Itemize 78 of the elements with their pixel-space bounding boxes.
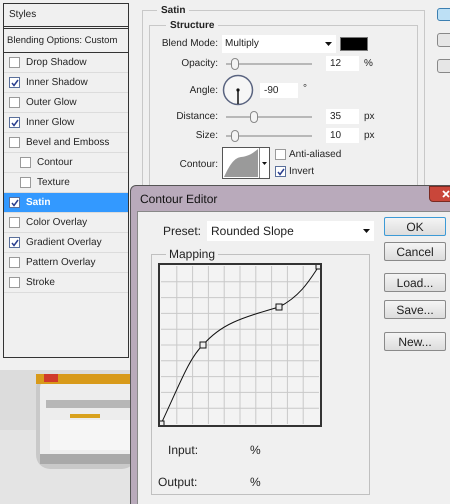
group-title: Mapping [168, 246, 216, 263]
unit-label: px [364, 110, 375, 124]
unit-label: % [250, 474, 261, 491]
checkbox[interactable] [9, 237, 20, 248]
check-icon [10, 238, 18, 246]
check-icon [276, 168, 284, 176]
window-title: Contour Editor [139, 190, 218, 208]
contour-preview-icon [223, 148, 259, 178]
checkbox[interactable] [20, 157, 31, 168]
close-icon [442, 190, 450, 198]
value-field[interactable]: 12 [326, 56, 359, 71]
caret-icon [363, 229, 370, 233]
dialog-button[interactable]: Cancel [384, 242, 446, 261]
caret-icon [325, 42, 332, 46]
unit-label: % [364, 57, 373, 71]
unit-label: px [364, 129, 375, 143]
caret-icon [262, 162, 267, 164]
checkbox[interactable] [275, 166, 286, 177]
field-label: Input: [168, 442, 200, 459]
dialog-button[interactable]: New... [384, 332, 446, 351]
style-item[interactable]: Drop Shadow [4, 53, 128, 73]
slider-thumb[interactable] [230, 130, 239, 142]
style-item[interactable]: Inner Glow [4, 113, 128, 133]
value-field[interactable]: -90 [260, 82, 298, 98]
check-icon [10, 78, 18, 86]
checkbox[interactable] [9, 217, 20, 228]
contour-graph[interactable] [158, 263, 322, 427]
checkbox-label: Anti-aliased [289, 148, 342, 162]
check-icon [10, 118, 18, 126]
dialog-button[interactable] [437, 33, 450, 47]
checkbox[interactable] [9, 77, 20, 88]
value-field[interactable]: 10 [326, 128, 359, 143]
style-item[interactable]: Stroke [4, 273, 128, 293]
dialog-button[interactable] [437, 59, 450, 73]
checkbox[interactable] [275, 149, 286, 160]
panel-title: Styles [4, 4, 128, 29]
angle-dial[interactable] [222, 74, 254, 106]
style-item[interactable]: Gradient Overlay [4, 233, 128, 253]
check-icon [10, 198, 18, 206]
dialog-button[interactable]: Save... [384, 300, 446, 319]
dialog-button[interactable]: OK [384, 217, 446, 236]
checkbox[interactable] [9, 197, 20, 208]
checkbox[interactable] [9, 257, 20, 268]
checkbox[interactable] [9, 137, 20, 148]
checkbox[interactable] [20, 177, 31, 188]
unit-label: ° [303, 82, 307, 96]
checkbox[interactable] [9, 97, 20, 108]
field-label: Blend Mode: [160, 37, 219, 51]
style-item[interactable]: Bevel and Emboss [4, 133, 128, 153]
blending-options-item[interactable]: Blending Options: Custom [4, 29, 128, 53]
checkbox[interactable] [9, 57, 20, 68]
field-label: Size: [194, 129, 219, 143]
contour-picker[interactable] [222, 147, 270, 179]
field-label: Output: [158, 474, 198, 491]
slider-thumb[interactable] [250, 110, 258, 122]
field-label: Angle: [188, 84, 219, 98]
field-label: Preset: [163, 223, 202, 240]
unit-label: % [250, 442, 261, 459]
style-item[interactable]: Pattern Overlay [4, 253, 128, 273]
slider-thumb[interactable] [230, 58, 239, 70]
checkbox-label: Invert [289, 165, 314, 179]
field-label: Contour: [178, 158, 219, 172]
group-title: Structure [169, 19, 216, 33]
style-item[interactable]: Inner Shadow [4, 73, 128, 93]
dialog-button[interactable]: Load... [384, 273, 446, 292]
style-item[interactable]: Contour [4, 153, 128, 173]
color-swatch[interactable] [340, 36, 368, 50]
style-item[interactable]: Color Overlay [4, 213, 128, 233]
group-title: Satin [160, 4, 186, 18]
checkbox[interactable] [9, 277, 20, 288]
style-item[interactable]: Outer Glow [4, 93, 128, 113]
value-field[interactable]: 35 [326, 109, 359, 124]
blend-mode-select[interactable]: Multiply [222, 34, 336, 52]
field-label: Distance: [175, 110, 219, 124]
dialog-button[interactable] [437, 8, 450, 21]
preset-select[interactable]: Rounded Slope [207, 221, 374, 241]
field-label: Opacity: [180, 57, 219, 71]
checkbox[interactable] [9, 117, 20, 128]
